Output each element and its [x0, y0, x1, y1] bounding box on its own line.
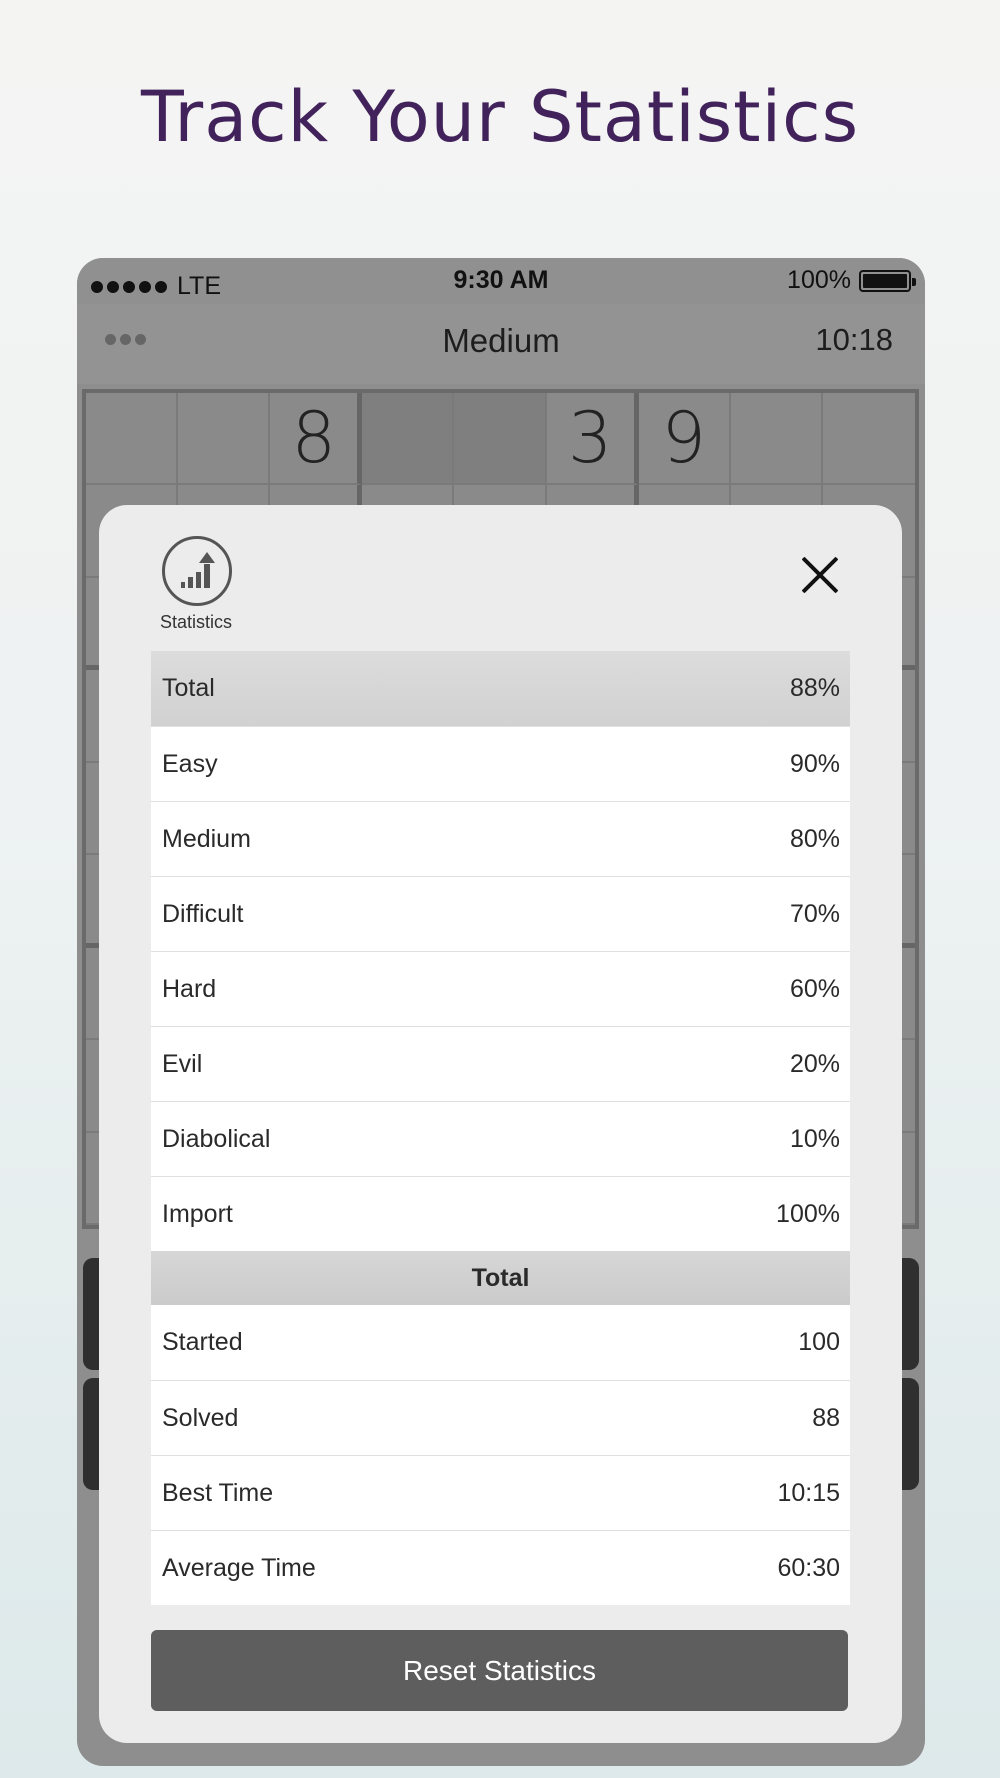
nav-bar: Medium 10:18: [77, 304, 925, 384]
row-value: 70%: [789, 899, 840, 928]
row-value: 20%: [789, 1049, 840, 1078]
sudoku-cell[interactable]: [178, 393, 271, 486]
row-label: Solved: [162, 1403, 239, 1432]
difficulty-row: Medium 80%: [151, 801, 850, 876]
difficulty-row: Diabolical 10%: [151, 1101, 850, 1176]
row-label: Import: [162, 1199, 233, 1228]
page-headline: Track Your Statistics: [140, 76, 860, 158]
sudoku-cell[interactable]: 3: [546, 393, 639, 486]
row-label: Difficult: [162, 899, 244, 928]
statistics-label: Statistics: [159, 612, 233, 632]
row-value: 88: [812, 1403, 840, 1432]
total-stat-row: Average Time 60:30: [151, 1530, 850, 1605]
row-label: Diabolical: [162, 1124, 271, 1153]
row-value: 60:30: [777, 1553, 840, 1582]
difficulty-row: Easy 90%: [151, 726, 850, 801]
statistics-modal: Statistics Total 88% Easy 90% Medium 80%…: [99, 505, 902, 1743]
close-icon[interactable]: [800, 555, 840, 595]
reset-statistics-button[interactable]: Reset Statistics: [151, 1630, 848, 1711]
total-stat-row: Solved 88: [151, 1380, 850, 1455]
difficulty-row: Hard 60%: [151, 951, 850, 1026]
sudoku-cell[interactable]: 9: [638, 393, 731, 486]
difficulty-row: Evil 20%: [151, 1026, 850, 1101]
sudoku-cell[interactable]: [822, 393, 915, 486]
total-percent-row: Total 88%: [151, 651, 850, 726]
difficulty-row: Import 100%: [151, 1176, 850, 1251]
total-stat-row: Started 100: [151, 1305, 850, 1380]
row-value: 88%: [789, 674, 840, 702]
row-value: 10:15: [777, 1478, 840, 1507]
row-value: 60%: [789, 974, 840, 1003]
row-value: 90%: [789, 749, 840, 778]
game-timer: 10:18: [815, 322, 893, 357]
status-bar: LTE 9:30 AM 100%: [77, 258, 925, 304]
row-label: Hard: [162, 974, 217, 1003]
section-header: Total: [151, 1251, 850, 1305]
row-label: Evil: [162, 1049, 203, 1078]
difficulty-title: Medium: [442, 322, 560, 359]
row-label: Total: [162, 674, 215, 702]
statistics-chart-icon: [162, 536, 232, 606]
sudoku-cell[interactable]: [730, 393, 823, 486]
statistics-table: Total 88% Easy 90% Medium 80% Difficult …: [151, 651, 850, 1605]
sudoku-cell[interactable]: [86, 393, 179, 486]
row-value: 10%: [789, 1124, 840, 1153]
row-value: 80%: [789, 824, 840, 853]
row-label: Medium: [162, 824, 251, 853]
total-stat-row: Best Time 10:15: [151, 1455, 850, 1530]
sudoku-cell[interactable]: 8: [270, 393, 363, 486]
row-value: 100: [798, 1328, 840, 1356]
sudoku-cell[interactable]: [362, 393, 455, 486]
battery-icon: [859, 270, 916, 292]
row-value: 100%: [776, 1199, 840, 1228]
row-label: Average Time: [162, 1553, 316, 1582]
row-label: Started: [162, 1328, 243, 1356]
sudoku-cell[interactable]: [454, 393, 547, 486]
difficulty-row: Difficult 70%: [151, 876, 850, 951]
row-label: Easy: [162, 749, 218, 778]
battery-percent: 100%: [787, 266, 851, 294]
row-label: Best Time: [162, 1478, 274, 1507]
